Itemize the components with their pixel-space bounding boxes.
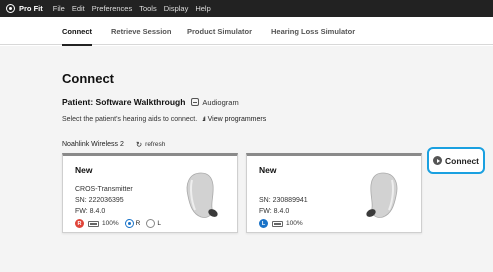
- battery-level: 100%: [102, 220, 119, 227]
- connect-button[interactable]: Connect: [427, 147, 485, 174]
- instruction-row: Select the patient's hearing aids to con…: [62, 116, 266, 123]
- hearing-aid-image: [366, 172, 398, 218]
- app-logo-icon: [6, 4, 15, 13]
- device-model: CROS-Transmitter: [75, 186, 133, 193]
- instruction-text: Select the patient's hearing aids to con…: [62, 116, 198, 123]
- tab-product-simulator[interactable]: Product Simulator: [187, 27, 252, 36]
- battery-icon: [88, 220, 99, 227]
- refresh-link[interactable]: refresh: [145, 141, 165, 148]
- tab-connect[interactable]: Connect: [62, 27, 92, 46]
- programmer-name: Noahlink Wireless 2: [62, 141, 124, 148]
- menu-edit[interactable]: Edit: [72, 4, 85, 13]
- side-radio-left[interactable]: [146, 219, 156, 228]
- app-name: Pro Fit: [19, 4, 43, 13]
- menu-display[interactable]: Display: [164, 4, 189, 13]
- side-badge: R: [75, 219, 84, 228]
- tab-hearing-loss-simulator[interactable]: Hearing Loss Simulator: [271, 27, 355, 36]
- page-title: Connect: [62, 71, 114, 86]
- menu-file[interactable]: File: [53, 4, 65, 13]
- app-brand: Pro Fit: [0, 4, 53, 13]
- audiogram-icon[interactable]: [191, 98, 200, 106]
- menu-tools[interactable]: Tools: [139, 4, 157, 13]
- device-card[interactable]: New SN: 230889941 FW: 8.4.0 L 100%: [246, 153, 422, 233]
- device-status: L 100%: [259, 219, 303, 228]
- device-title: New: [259, 165, 277, 175]
- device-firmware: FW: 8.4.0: [75, 208, 106, 215]
- device-status: R 100% R L: [75, 219, 161, 228]
- device-card[interactable]: New CROS-Transmitter SN: 222036395 FW: 8…: [62, 153, 238, 233]
- tab-bar: Connect Retrieve Session Product Simulat…: [0, 17, 493, 46]
- programmer-row: Noahlink Wireless 2 ↻ refresh: [62, 140, 165, 149]
- hearing-aid-image: [186, 172, 218, 218]
- device-serial: SN: 230889941: [259, 197, 308, 204]
- connect-button-content[interactable]: Connect: [433, 156, 479, 166]
- tab-retrieve-session[interactable]: Retrieve Session: [111, 27, 171, 36]
- refresh-icon[interactable]: ↻: [136, 140, 142, 149]
- menu-bar: Pro Fit File Edit Preferences Tools Disp…: [0, 0, 493, 17]
- patient-row: Patient: Software Walkthrough Audiogram: [62, 97, 239, 107]
- arrow-right-icon: [433, 156, 442, 165]
- device-firmware: FW: 8.4.0: [259, 208, 290, 215]
- battery-level: 100%: [286, 220, 303, 227]
- menu-preferences[interactable]: Preferences: [92, 4, 132, 13]
- patient-name: Patient: Software Walkthrough: [62, 97, 186, 107]
- view-programmers-link[interactable]: View programmers: [208, 116, 267, 123]
- audiogram-link[interactable]: Audiogram: [202, 98, 238, 107]
- signal-bars-icon[interactable]: .ıl: [202, 116, 206, 123]
- side-radio-left-label[interactable]: L: [157, 220, 161, 227]
- device-title: New: [75, 165, 93, 175]
- menu-help[interactable]: Help: [195, 4, 210, 13]
- battery-icon: [272, 220, 283, 227]
- side-radio-right[interactable]: [124, 219, 134, 228]
- side-badge: L: [259, 219, 268, 228]
- side-radio-right-label[interactable]: R: [136, 220, 141, 227]
- device-serial: SN: 222036395: [75, 197, 124, 204]
- connect-button-label[interactable]: Connect: [445, 156, 479, 166]
